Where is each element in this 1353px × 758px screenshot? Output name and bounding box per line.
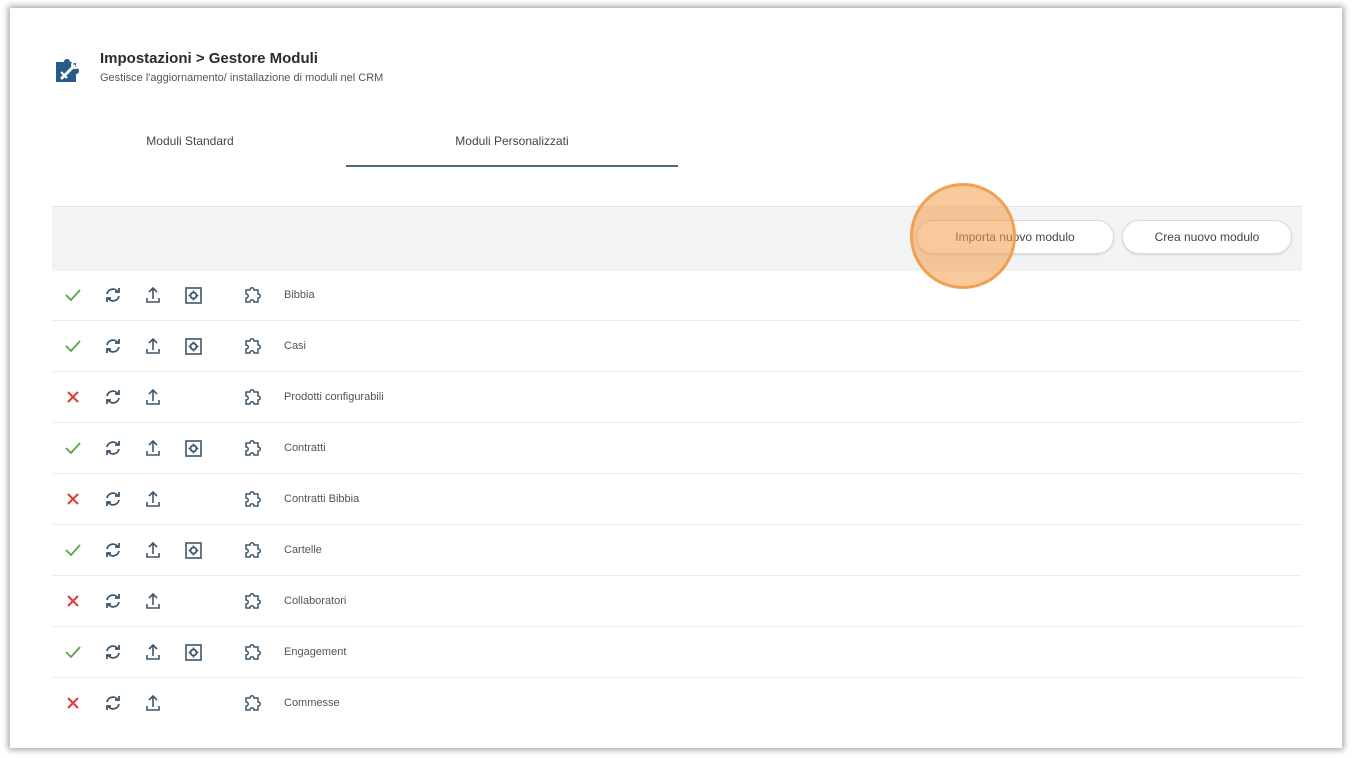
puzzle-icon xyxy=(242,576,264,626)
settings-icon[interactable] xyxy=(182,525,204,575)
module-row: Casi xyxy=(52,321,1302,372)
puzzle-icon xyxy=(242,270,264,320)
disabled-cross-icon[interactable] xyxy=(62,372,84,422)
create-module-button[interactable]: Crea nuovo modulo xyxy=(1122,220,1292,254)
sync-icon[interactable] xyxy=(102,372,124,422)
upload-icon[interactable] xyxy=(142,525,164,575)
module-name: Collaboratori xyxy=(284,595,347,607)
enabled-check-icon[interactable] xyxy=(62,321,84,371)
sync-icon[interactable] xyxy=(102,321,124,371)
module-row: Bibbia xyxy=(52,270,1302,321)
sync-icon[interactable] xyxy=(102,525,124,575)
puzzle-icon xyxy=(242,678,264,728)
upload-icon[interactable] xyxy=(142,576,164,626)
page-title: Impostazioni > Gestore Moduli xyxy=(100,50,318,67)
module-name: Bibbia xyxy=(284,289,315,301)
disabled-cross-icon[interactable] xyxy=(62,474,84,524)
app-window: Impostazioni > Gestore Moduli Gestisce l… xyxy=(10,8,1342,748)
enabled-check-icon[interactable] xyxy=(62,270,84,320)
module-row: Cartelle xyxy=(52,525,1302,576)
toolbar: Importa nuovo modulo Crea nuovo modulo xyxy=(52,206,1302,271)
tab-moduli-standard[interactable]: Moduli Standard xyxy=(110,134,270,148)
puzzle-icon xyxy=(242,321,264,371)
module-name: Casi xyxy=(284,340,307,352)
settings-icon[interactable] xyxy=(182,321,204,371)
puzzle-icon xyxy=(242,627,264,677)
enabled-check-icon[interactable] xyxy=(62,525,84,575)
module-row: Contratti xyxy=(52,423,1302,474)
settings-icon[interactable] xyxy=(182,270,204,320)
sync-icon[interactable] xyxy=(102,678,124,728)
module-row: Commesse xyxy=(52,678,1302,728)
puzzle-icon xyxy=(242,474,264,524)
enabled-check-icon[interactable] xyxy=(62,423,84,473)
upload-icon[interactable] xyxy=(142,474,164,524)
sync-icon[interactable] xyxy=(102,423,124,473)
module-row: Contratti Bibbia xyxy=(52,474,1302,525)
sync-icon[interactable] xyxy=(102,474,124,524)
module-list: Bibbia Casi Prodotti configurabili Contratt… xyxy=(52,270,1302,728)
disabled-cross-icon[interactable] xyxy=(62,576,84,626)
upload-icon[interactable] xyxy=(142,423,164,473)
module-row: Engagement xyxy=(52,627,1302,678)
module-name: Prodotti configurabili xyxy=(284,391,384,403)
import-module-button[interactable]: Importa nuovo modulo xyxy=(916,220,1114,254)
page-header: Impostazioni > Gestore Moduli Gestisce l… xyxy=(54,50,383,86)
module-name: Cartelle xyxy=(284,544,322,556)
puzzle-icon xyxy=(242,525,264,575)
upload-icon[interactable] xyxy=(142,372,164,422)
module-name: Engagement xyxy=(284,646,347,658)
sync-icon[interactable] xyxy=(102,627,124,677)
settings-icon[interactable] xyxy=(182,423,204,473)
active-tab-indicator xyxy=(346,165,678,167)
sync-icon[interactable] xyxy=(102,270,124,320)
sync-icon[interactable] xyxy=(102,576,124,626)
enabled-check-icon[interactable] xyxy=(62,627,84,677)
module-name: Contratti xyxy=(284,442,326,454)
module-row: Collaboratori xyxy=(52,576,1302,627)
upload-icon[interactable] xyxy=(142,627,164,677)
module-name: Commesse xyxy=(284,697,340,709)
upload-icon[interactable] xyxy=(142,678,164,728)
settings-icon[interactable] xyxy=(182,627,204,677)
upload-icon[interactable] xyxy=(142,270,164,320)
puzzle-tools-icon xyxy=(56,59,79,82)
module-name: Contratti Bibbia xyxy=(284,493,360,505)
puzzle-icon xyxy=(242,423,264,473)
tab-moduli-personalizzati[interactable]: Moduli Personalizzati xyxy=(346,134,678,148)
page-subtitle: Gestisce l'aggiornamento/ installazione … xyxy=(100,72,384,84)
upload-icon[interactable] xyxy=(142,321,164,371)
module-row: Prodotti configurabili xyxy=(52,372,1302,423)
puzzle-icon xyxy=(242,372,264,422)
disabled-cross-icon[interactable] xyxy=(62,678,84,728)
